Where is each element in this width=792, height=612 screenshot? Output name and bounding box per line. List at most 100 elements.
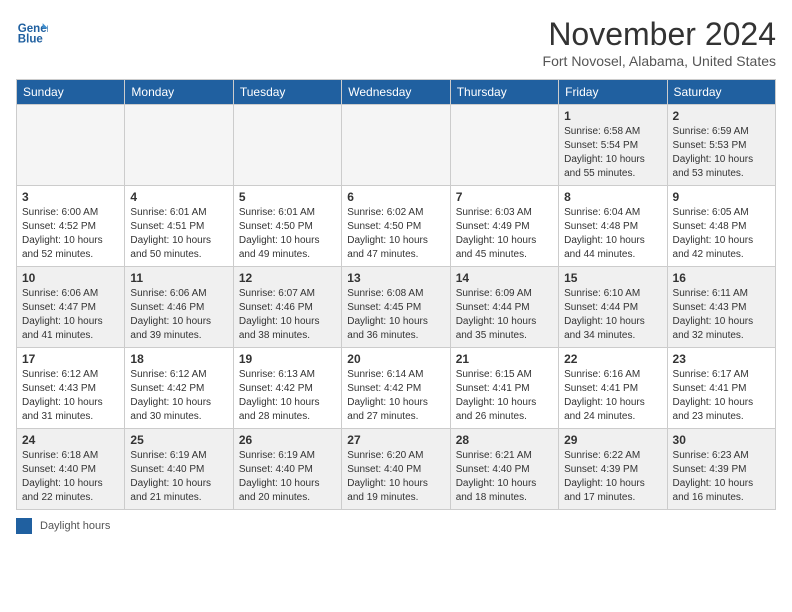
calendar-cell: 5 Sunrise: 6:01 AM Sunset: 4:50 PM Daylig…	[233, 186, 341, 267]
page-header: General Blue November 2024 Fort Novosel,…	[16, 16, 776, 69]
day-info: Sunrise: 6:07 AM Sunset: 4:46 PM Dayligh…	[239, 287, 336, 343]
calendar-cell: 26 Sunrise: 6:19 AM Sunset: 4:40 PM Dayli…	[233, 429, 341, 510]
day-number: 9	[673, 190, 770, 204]
calendar-cell: 14Sunrise: 6:09 AM Sunset: 4:44 PM Dayli…	[450, 267, 558, 348]
legend-label: Daylight hours	[40, 520, 110, 532]
calendar-cell	[450, 105, 558, 186]
day-number: 6	[347, 190, 444, 204]
calendar-header-saturday: Saturday	[667, 80, 775, 105]
day-info: Sunrise: 6:05 AM Sunset: 4:48 PM Dayligh…	[673, 206, 770, 262]
calendar-cell	[342, 105, 450, 186]
svg-text:Blue: Blue	[18, 34, 44, 46]
day-info: Sunrise: 6:06 AM Sunset: 4:46 PM Dayligh…	[130, 287, 227, 343]
calendar-cell	[17, 105, 125, 186]
calendar-cell: 9 Sunrise: 6:05 AM Sunset: 4:48 PM Daylig…	[667, 186, 775, 267]
calendar-week-row: 3 Sunrise: 6:00 AM Sunset: 4:52 PM Daylig…	[17, 186, 776, 267]
calendar-cell: 11 Sunrise: 6:06 AM Sunset: 4:46 PM Dayli…	[125, 267, 233, 348]
day-number: 21	[456, 352, 553, 366]
calendar-cell: 29Sunrise: 6:22 AM Sunset: 4:39 PM Dayli…	[559, 429, 667, 510]
calendar-cell: 6 Sunrise: 6:02 AM Sunset: 4:50 PM Daylig…	[342, 186, 450, 267]
day-info: Sunrise: 6:01 AM Sunset: 4:51 PM Dayligh…	[130, 206, 227, 262]
calendar-cell: 13Sunrise: 6:08 AM Sunset: 4:45 PM Dayli…	[342, 267, 450, 348]
day-number: 2	[673, 109, 770, 123]
calendar-cell: 10Sunrise: 6:06 AM Sunset: 4:47 PM Dayli…	[17, 267, 125, 348]
calendar-cell: 4 Sunrise: 6:01 AM Sunset: 4:51 PM Daylig…	[125, 186, 233, 267]
day-number: 4	[130, 190, 227, 204]
day-number: 3	[22, 190, 119, 204]
calendar-cell: 12 Sunrise: 6:07 AM Sunset: 4:46 PM Dayli…	[233, 267, 341, 348]
legend-color-box	[16, 518, 32, 534]
calendar-cell: 15 Sunrise: 6:10 AM Sunset: 4:44 PM Dayli…	[559, 267, 667, 348]
calendar-week-row: 24Sunrise: 6:18 AM Sunset: 4:40 PM Dayli…	[17, 429, 776, 510]
calendar-cell: 30 Sunrise: 6:23 AM Sunset: 4:39 PM Dayli…	[667, 429, 775, 510]
location: Fort Novosel, Alabama, United States	[543, 53, 776, 69]
day-number: 26	[239, 433, 336, 447]
day-number: 7	[456, 190, 553, 204]
day-info: Sunrise: 6:19 AM Sunset: 4:40 PM Dayligh…	[239, 449, 336, 505]
day-number: 23	[673, 352, 770, 366]
calendar-cell: 23Sunrise: 6:17 AM Sunset: 4:41 PM Dayli…	[667, 348, 775, 429]
day-number: 25	[130, 433, 227, 447]
calendar-cell: 19 Sunrise: 6:13 AM Sunset: 4:42 PM Dayli…	[233, 348, 341, 429]
day-info: Sunrise: 6:00 AM Sunset: 4:52 PM Dayligh…	[22, 206, 119, 262]
day-info: Sunrise: 6:58 AM Sunset: 5:54 PM Dayligh…	[564, 125, 661, 181]
calendar-header-wednesday: Wednesday	[342, 80, 450, 105]
calendar-table: SundayMondayTuesdayWednesdayThursdayFrid…	[16, 79, 776, 510]
day-number: 22	[564, 352, 661, 366]
calendar-header-monday: Monday	[125, 80, 233, 105]
calendar-cell	[125, 105, 233, 186]
day-number: 24	[22, 433, 119, 447]
day-number: 20	[347, 352, 444, 366]
day-info: Sunrise: 6:01 AM Sunset: 4:50 PM Dayligh…	[239, 206, 336, 262]
logo: General Blue	[16, 16, 48, 48]
day-number: 27	[347, 433, 444, 447]
calendar-cell	[233, 105, 341, 186]
day-number: 28	[456, 433, 553, 447]
day-number: 15	[564, 271, 661, 285]
day-info: Sunrise: 6:10 AM Sunset: 4:44 PM Dayligh…	[564, 287, 661, 343]
calendar-header-tuesday: Tuesday	[233, 80, 341, 105]
day-info: Sunrise: 6:03 AM Sunset: 4:49 PM Dayligh…	[456, 206, 553, 262]
calendar-cell: 17 Sunrise: 6:12 AM Sunset: 4:43 PM Dayli…	[17, 348, 125, 429]
calendar-header-friday: Friday	[559, 80, 667, 105]
day-number: 16	[673, 271, 770, 285]
day-number: 10	[22, 271, 119, 285]
calendar-header-row: SundayMondayTuesdayWednesdayThursdayFrid…	[17, 80, 776, 105]
day-info: Sunrise: 6:12 AM Sunset: 4:43 PM Dayligh…	[22, 368, 119, 424]
day-number: 14	[456, 271, 553, 285]
calendar-cell: 3 Sunrise: 6:00 AM Sunset: 4:52 PM Daylig…	[17, 186, 125, 267]
day-info: Sunrise: 6:02 AM Sunset: 4:50 PM Dayligh…	[347, 206, 444, 262]
day-info: Sunrise: 6:59 AM Sunset: 5:53 PM Dayligh…	[673, 125, 770, 181]
title-block: November 2024 Fort Novosel, Alabama, Uni…	[543, 16, 776, 69]
day-number: 11	[130, 271, 227, 285]
calendar-cell: 16Sunrise: 6:11 AM Sunset: 4:43 PM Dayli…	[667, 267, 775, 348]
day-info: Sunrise: 6:12 AM Sunset: 4:42 PM Dayligh…	[130, 368, 227, 424]
day-info: Sunrise: 6:22 AM Sunset: 4:39 PM Dayligh…	[564, 449, 661, 505]
calendar-cell: 7 Sunrise: 6:03 AM Sunset: 4:49 PM Daylig…	[450, 186, 558, 267]
day-number: 18	[130, 352, 227, 366]
calendar-cell: 25Sunrise: 6:19 AM Sunset: 4:40 PM Dayli…	[125, 429, 233, 510]
day-info: Sunrise: 6:15 AM Sunset: 4:41 PM Dayligh…	[456, 368, 553, 424]
day-number: 17	[22, 352, 119, 366]
day-info: Sunrise: 6:13 AM Sunset: 4:42 PM Dayligh…	[239, 368, 336, 424]
month-title: November 2024	[543, 16, 776, 53]
calendar-footer: Daylight hours	[16, 518, 776, 534]
day-number: 12	[239, 271, 336, 285]
day-info: Sunrise: 6:20 AM Sunset: 4:40 PM Dayligh…	[347, 449, 444, 505]
calendar-cell: 18 Sunrise: 6:12 AM Sunset: 4:42 PM Dayli…	[125, 348, 233, 429]
calendar-cell: 2 Sunrise: 6:59 AM Sunset: 5:53 PM Daylig…	[667, 105, 775, 186]
day-info: Sunrise: 6:23 AM Sunset: 4:39 PM Dayligh…	[673, 449, 770, 505]
calendar-cell: 21 Sunrise: 6:15 AM Sunset: 4:41 PM Dayli…	[450, 348, 558, 429]
calendar-header-sunday: Sunday	[17, 80, 125, 105]
calendar-header-thursday: Thursday	[450, 80, 558, 105]
calendar-cell: 22Sunrise: 6:16 AM Sunset: 4:41 PM Dayli…	[559, 348, 667, 429]
day-info: Sunrise: 6:14 AM Sunset: 4:42 PM Dayligh…	[347, 368, 444, 424]
day-number: 19	[239, 352, 336, 366]
day-info: Sunrise: 6:08 AM Sunset: 4:45 PM Dayligh…	[347, 287, 444, 343]
calendar-cell: 27 Sunrise: 6:20 AM Sunset: 4:40 PM Dayli…	[342, 429, 450, 510]
calendar-week-row: 10Sunrise: 6:06 AM Sunset: 4:47 PM Dayli…	[17, 267, 776, 348]
day-number: 5	[239, 190, 336, 204]
calendar-cell: 1Sunrise: 6:58 AM Sunset: 5:54 PM Daylig…	[559, 105, 667, 186]
day-number: 8	[564, 190, 661, 204]
day-number: 30	[673, 433, 770, 447]
